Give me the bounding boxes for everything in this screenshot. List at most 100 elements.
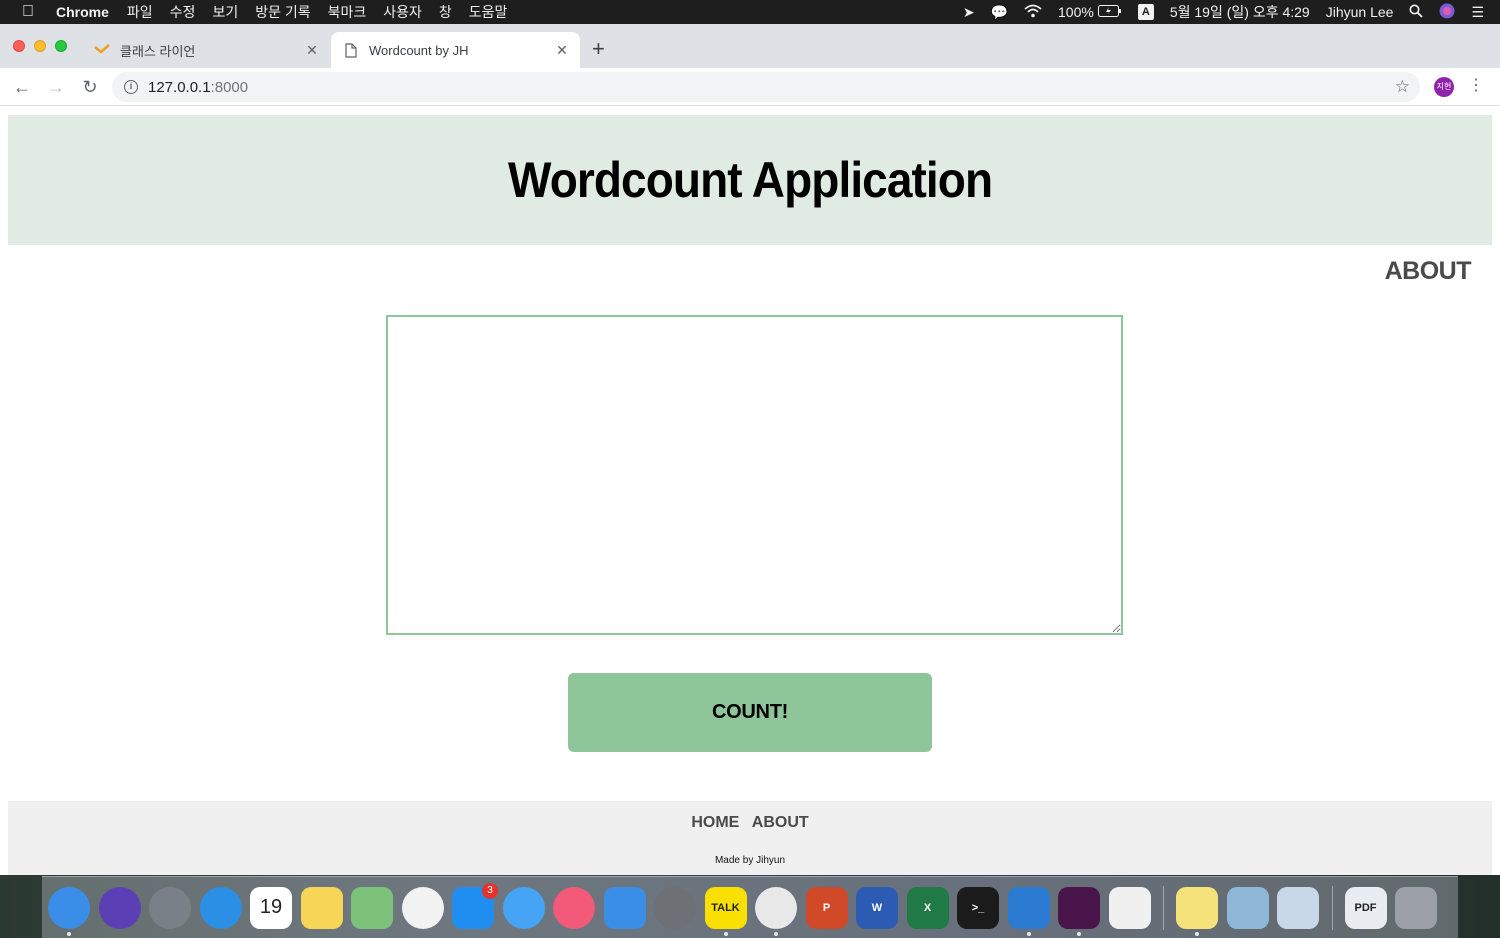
terminal-icon[interactable]: >_ [957, 886, 999, 929]
battery-percent[interactable]: 100% [1058, 4, 1094, 20]
dock-icon-label: >_ [971, 901, 985, 914]
itunes-icon[interactable] [553, 886, 595, 929]
apple-icon[interactable]:  [0, 3, 56, 21]
browser-tab-strip: 클래스 라이언 ✕ Wordcount by JH ✕ + [0, 24, 1500, 68]
notes-icon[interactable] [300, 886, 343, 929]
window-close-button[interactable] [13, 40, 25, 52]
tab-title: 클래스 라이언 [120, 43, 196, 59]
site-info-icon[interactable]: i [124, 80, 138, 94]
menu-edit[interactable]: 수정 [170, 2, 196, 22]
count-button[interactable]: COUNT! [568, 673, 932, 752]
menu-window[interactable]: 창 [439, 2, 452, 22]
header-banner: Wordcount Application [8, 115, 1492, 245]
siri-menu-icon[interactable] [1439, 3, 1455, 22]
menu-app-name[interactable]: Chrome [56, 4, 109, 20]
powerpoint-icon[interactable]: P [805, 886, 848, 929]
python-icon[interactable] [1108, 886, 1151, 929]
footer-about-link[interactable]: ABOUT [752, 814, 809, 831]
forward-arrow-icon[interactable]: → [46, 77, 66, 97]
running-indicator-dot [1026, 931, 1031, 936]
tab-close-icon[interactable]: ✕ [304, 42, 320, 58]
chrome-icon[interactable] [755, 886, 797, 936]
dock-icon-label: PDF [1354, 901, 1377, 914]
notification-badge: 3 [482, 882, 498, 899]
page-footer: HOME ABOUT Made by Jihyun [8, 801, 1492, 875]
footer-nav: HOME ABOUT [8, 814, 1492, 832]
trash-icon[interactable] [1395, 886, 1437, 929]
menu-history[interactable]: 방문 기록 [255, 2, 310, 22]
wifi-icon[interactable] [1024, 4, 1042, 21]
messages-icon[interactable] [502, 886, 545, 929]
running-indicator-dot [1077, 931, 1081, 936]
dock-icon-label: W [871, 901, 883, 914]
lion-favicon-icon [94, 42, 110, 58]
word-icon[interactable]: W [856, 886, 898, 929]
battery-icon[interactable] [1097, 4, 1122, 20]
vscode-icon[interactable] [1007, 886, 1050, 936]
calendar-icon[interactable]: 19 [250, 886, 292, 929]
menu-people[interactable]: 사용자 [383, 2, 422, 22]
macos-dock: 19 3 TALK P W X >_ PDF [42, 876, 1458, 938]
photos-icon[interactable] [401, 886, 444, 929]
dock-icon-label: X [923, 901, 932, 914]
address-bar[interactable]: i 127.0.0.1:8000 ☆ [112, 72, 1420, 102]
about-nav-link[interactable]: ABOUT [1385, 257, 1472, 286]
app-store-icon[interactable]: 3 [452, 882, 498, 929]
tab-title: Wordcount by JH [369, 42, 469, 58]
url-host: 127.0.0.1 [148, 78, 211, 96]
safari-icon[interactable] [199, 886, 242, 929]
menu-datetime[interactable]: 5월 19일 (일) 오후 4:29 [1170, 2, 1310, 22]
siri-icon[interactable] [98, 886, 141, 929]
running-indicator-dot [67, 931, 71, 936]
window-minimize-button[interactable] [34, 40, 46, 52]
finder-icon[interactable] [48, 886, 90, 936]
document-favicon-icon [343, 42, 359, 58]
tab-wordcount[interactable]: Wordcount by JH ✕ [331, 32, 580, 68]
footer-credit: Made by Jihyun [714, 855, 786, 866]
input-source-indicator[interactable]: A [1137, 4, 1154, 20]
footer-home-link[interactable]: HOME [691, 814, 739, 831]
notification-center-icon[interactable]: ☰ [1471, 4, 1484, 21]
bookmark-star-icon[interactable]: ☆ [1395, 77, 1410, 97]
stickies-icon[interactable] [1176, 886, 1218, 936]
url-port: :8000 [210, 78, 249, 96]
macos-menu-bar:  Chrome 파일 수정 보기 방문 기록 북마크 사용자 창 도움말 ➤ … [0, 0, 1500, 24]
tab-class-lion[interactable]: 클래스 라이언 ✕ [82, 32, 330, 68]
xcode-icon[interactable] [603, 886, 646, 929]
dock-separator [1163, 885, 1164, 930]
menu-bookmarks[interactable]: 북마크 [328, 2, 367, 22]
dock-separator [1331, 885, 1333, 930]
back-arrow-icon[interactable]: ← [12, 77, 32, 97]
window-zoom-button[interactable] [55, 40, 67, 52]
menu-user-name[interactable]: Jihyun Lee [1326, 4, 1394, 20]
launchpad-icon[interactable] [149, 886, 191, 929]
speech-bubble-icon[interactable]: 💬 [991, 4, 1008, 21]
preview-icon[interactable] [1226, 886, 1269, 929]
dock-icon-label: TALK [711, 901, 740, 914]
reload-icon[interactable]: ↻ [80, 77, 100, 97]
maps-icon[interactable] [351, 886, 393, 929]
menu-file[interactable]: 파일 [127, 2, 153, 22]
dock-icon-label: P [822, 901, 831, 914]
wordcount-textarea[interactable] [386, 315, 1123, 635]
location-arrow-icon[interactable]: ➤ [963, 4, 975, 21]
menu-view[interactable]: 보기 [212, 2, 238, 22]
menu-help[interactable]: 도움말 [469, 2, 508, 22]
slack-icon[interactable] [1058, 886, 1100, 936]
running-indicator-dot [774, 931, 778, 936]
profile-avatar[interactable]: 지현 [1434, 77, 1454, 97]
kakaotalk-icon[interactable]: TALK [704, 886, 747, 936]
spotlight-search-icon[interactable] [1409, 4, 1424, 21]
page-title: Wordcount Application [507, 152, 993, 208]
new-tab-plus-icon[interactable]: + [592, 38, 605, 60]
browser-toolbar: ← → ↻ i 127.0.0.1:8000 ☆ 지현 ⋮ [0, 68, 1500, 106]
chrome-menu-icon[interactable]: ⋮ [1468, 76, 1484, 96]
pdf-document-icon[interactable]: PDF [1344, 886, 1387, 929]
excel-icon[interactable]: X [906, 886, 949, 929]
dock-icon-label: 19 [259, 896, 283, 918]
web-page: Wordcount Application ABOUT COUNT! HOME … [0, 107, 1500, 875]
mail-stamp-icon[interactable] [1277, 886, 1319, 929]
tab-close-icon[interactable]: ✕ [554, 42, 570, 58]
system-preferences-icon[interactable] [654, 886, 696, 929]
running-indicator-dot [1195, 931, 1199, 936]
